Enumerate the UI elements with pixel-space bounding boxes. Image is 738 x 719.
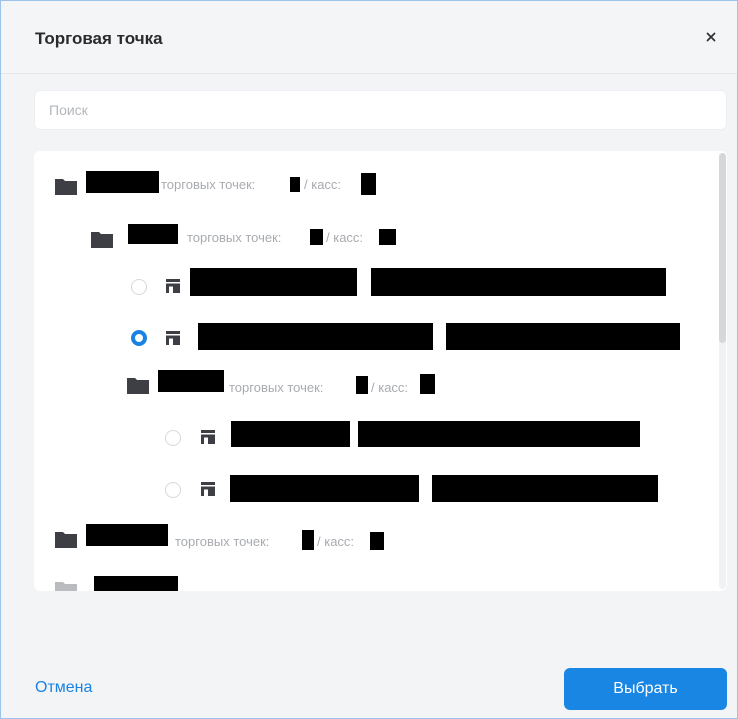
folder-icon <box>127 378 149 394</box>
redacted-register-count <box>379 229 396 245</box>
redacted-folder-name <box>128 224 178 244</box>
register-count-label: / касс: <box>326 230 364 245</box>
store-icon <box>166 331 180 345</box>
redacted-store-address <box>371 268 666 296</box>
store-icon <box>166 279 180 293</box>
redacted-register-count <box>361 173 376 195</box>
store-radio[interactable] <box>165 430 181 446</box>
store-count-label: торговых точек: <box>161 177 256 192</box>
redacted-register-count <box>370 532 384 550</box>
close-button[interactable] <box>703 29 719 45</box>
store-icon <box>201 430 215 444</box>
redacted-store-count <box>310 229 323 245</box>
store-count-label: торговых точек: <box>229 380 324 395</box>
redacted-folder-name <box>94 576 178 591</box>
redacted-store-address <box>358 421 640 447</box>
store-tree: торговых точек: / касс: торговых точек: … <box>34 151 727 591</box>
redacted-store-address <box>432 475 658 502</box>
choose-button[interactable]: Выбрать <box>564 668 727 710</box>
store-radio-selected[interactable] <box>131 330 147 346</box>
redacted-store-name <box>190 268 357 296</box>
dialog-header: Торговая точка <box>1 1 737 74</box>
folder-icon <box>55 582 77 591</box>
redacted-folder-name <box>86 524 168 546</box>
folder-icon <box>55 532 77 548</box>
store-radio[interactable] <box>131 279 147 295</box>
folder-icon <box>91 232 113 248</box>
redacted-folder-name <box>158 370 224 392</box>
scrollbar-thumb[interactable] <box>719 153 726 343</box>
cancel-button[interactable]: Отмена <box>35 679 92 697</box>
redacted-store-count <box>290 177 300 192</box>
search-input[interactable] <box>34 90 727 130</box>
folder-icon <box>55 179 77 195</box>
register-count-label: / касс: <box>317 534 355 549</box>
register-count-label: / касс: <box>371 380 409 395</box>
redacted-store-count <box>356 376 368 394</box>
close-icon <box>706 32 716 42</box>
store-icon <box>201 482 215 496</box>
redacted-folder-name <box>86 171 159 193</box>
redacted-register-count <box>420 374 435 394</box>
redacted-store-name <box>231 421 350 447</box>
dialog-title: Торговая точка <box>35 29 163 48</box>
store-count-label: торговых точек: <box>187 230 282 245</box>
select-store-dialog: Торговая точка торговых точек: / касс: <box>0 0 738 719</box>
redacted-store-name <box>230 475 419 502</box>
redacted-store-address <box>446 323 680 350</box>
redacted-store-name <box>198 323 433 350</box>
store-radio[interactable] <box>165 482 181 498</box>
tree-scrollbar[interactable] <box>719 153 726 589</box>
register-count-label: / касс: <box>304 177 342 192</box>
redacted-store-count <box>302 530 314 550</box>
store-count-label: торговых точек: <box>175 534 270 549</box>
